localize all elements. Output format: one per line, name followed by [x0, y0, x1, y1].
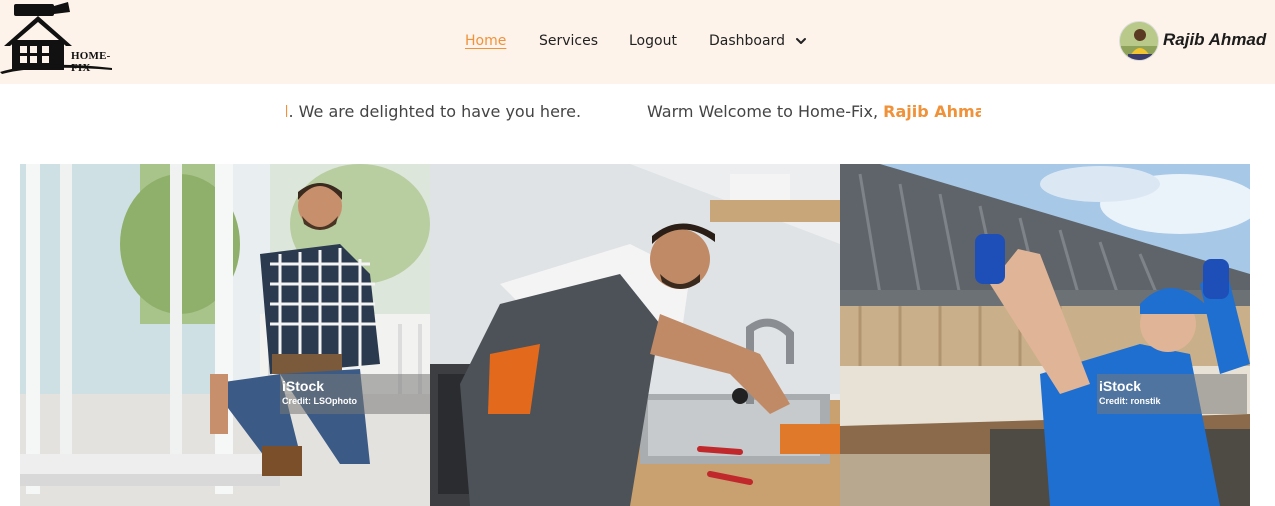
- welcome-tail-text: . We are delighted to have you here.: [288, 102, 582, 121]
- navbar: HOME-FIX Home Services Logout Dashboard …: [0, 0, 1275, 84]
- logo-text: HOME-FIX: [71, 50, 111, 74]
- services-gallery: iStock Credit: LSOphoto iStock Credit: r…: [20, 164, 1250, 506]
- user-name: Rajib Ahmad: [1163, 30, 1267, 49]
- nav-dashboard-dropdown[interactable]: Dashboard: [709, 31, 785, 51]
- nav-home-link[interactable]: Home: [465, 31, 506, 51]
- welcome-marquee: d. We are delighted to have you here. Wa…: [286, 100, 981, 124]
- plumber-photo: [430, 164, 840, 506]
- watermark-brand: iStock: [1099, 378, 1142, 394]
- gallery-image-door-install[interactable]: iStock Credit: LSOphoto: [20, 164, 430, 506]
- watermark-brand: iStock: [282, 378, 325, 394]
- chevron-down-icon[interactable]: [795, 35, 807, 47]
- watermark-credit: Credit: LSOphoto: [282, 396, 357, 406]
- user-photo-icon: [1120, 22, 1158, 60]
- gutter-repair-photo: [840, 164, 1250, 506]
- nav-logout-link[interactable]: Logout: [629, 31, 677, 51]
- welcome-segment-tail: d. We are delighted to have you here.: [286, 100, 581, 124]
- welcome-segment-head: Warm Welcome to Home-Fix, Rajib Ahmad: [647, 100, 981, 124]
- istock-watermark: iStock Credit: LSOphoto: [280, 374, 430, 414]
- gallery-image-plumber[interactable]: [430, 164, 840, 506]
- avatar[interactable]: [1119, 21, 1159, 61]
- gallery-image-gutter[interactable]: iStock Credit: ronstik: [840, 164, 1250, 506]
- istock-watermark: iStock Credit: ronstik: [1097, 374, 1247, 414]
- main-navigation: Home Services Logout Dashboard: [0, 31, 1275, 53]
- watermark-credit: Credit: ronstik: [1099, 396, 1161, 406]
- welcome-name: Rajib Ahmad: [883, 102, 981, 121]
- welcome-prefix: Warm Welcome to Home-Fix,: [647, 102, 884, 121]
- door-install-photo: [20, 164, 430, 506]
- nav-services-link[interactable]: Services: [539, 31, 598, 51]
